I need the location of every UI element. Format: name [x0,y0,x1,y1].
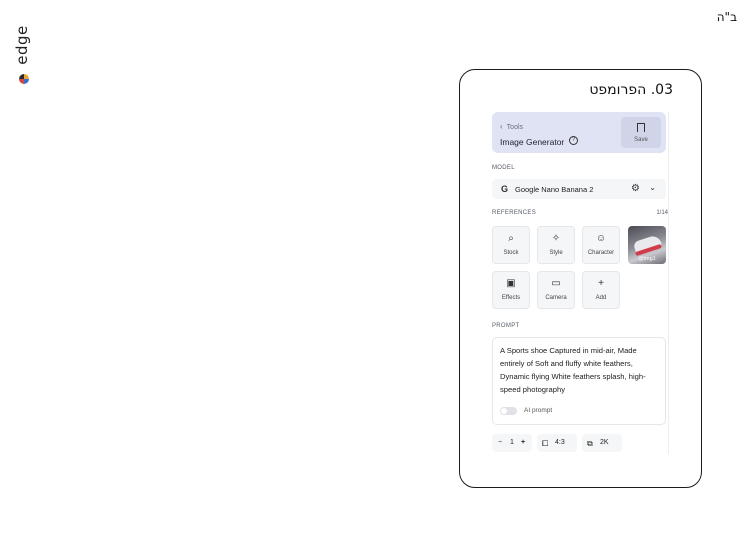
model-label: MODEL [492,165,515,171]
person-icon: ☺ [595,233,607,244]
plus-icon: + [598,278,604,289]
chevron-left-icon: ‹ [500,122,503,131]
references-label: REFERENCES [492,210,537,216]
plus-icon[interactable]: + [521,439,525,446]
back-label: Tools [506,124,524,131]
bookmark-icon [637,123,645,135]
tile-label: Camera [545,295,567,301]
quantity-value: 1 [510,439,514,446]
image-icon: ▣ [506,278,516,289]
tile-style[interactable]: ✧ Style [537,226,575,264]
quantity-stepper[interactable]: − 1 + [492,434,532,452]
tile-label: Effects [501,295,521,301]
prompt-text[interactable]: A Sports shoe Captured in mid-air, Made … [500,344,660,396]
back-link[interactable]: ‹ Tools [500,122,523,131]
tile-stock[interactable]: ⌕ Stock [492,226,530,264]
tile-label: Stock [503,250,519,256]
save-label: Save [634,137,648,143]
brand-mark-icon [19,74,29,84]
resolution-select[interactable]: ⧉ 2K [582,434,622,452]
prompt-label: PROMPT [492,323,520,329]
model-select[interactable]: G Google Nano Banana 2 ⚙ ⌄ [492,179,666,199]
references-count: 1/14 [656,210,668,216]
folder-icon: ▭ [551,278,561,289]
search-icon: ⌕ [508,233,514,244]
tile-label: Style [549,250,563,256]
tile-label: Character [587,250,615,256]
brand-wordmark: edge [12,25,31,65]
tile-camera[interactable]: ▭ Camera [537,271,575,309]
sparkle-icon: ✧ [551,233,561,244]
tool-name: Image Generator [500,137,565,147]
gear-icon[interactable]: ⚙ [631,183,640,194]
tile-effects[interactable]: ▣ Effects [492,271,530,309]
reference-image[interactable]: @img1 [628,226,666,264]
slide-card: 03. הפרומפט ‹ Tools Image Generator ? Sav… [459,69,702,488]
minus-icon[interactable]: − [498,439,502,446]
brand-logo: edge [12,22,31,84]
reference-tag: @img1 [638,256,656,262]
panel-header: ‹ Tools Image Generator ? Save [492,112,666,153]
image-generator-panel: ‹ Tools Image Generator ? Save MODEL G Go… [492,112,669,454]
save-button[interactable]: Save [621,117,661,148]
tile-label: Add [595,295,607,301]
prompt-input[interactable]: A Sports shoe Captured in mid-air, Made … [492,337,666,425]
chevron-down-icon[interactable]: ⌄ [649,183,656,192]
corner-mark: ב"ה [716,10,737,24]
tile-add[interactable]: + Add [582,271,620,309]
google-icon: G [501,184,509,194]
card-title: 03. הפרומפט [589,82,673,98]
frame-icon: ⧠ [542,439,549,448]
tile-character[interactable]: ☺ Character [582,226,620,264]
help-icon[interactable]: ? [569,136,578,145]
ai-prompt-toggle[interactable] [500,407,517,415]
aspect-ratio-value: 4:3 [555,439,565,446]
resolution-value: 2K [600,439,609,446]
model-name: Google Nano Banana 2 [515,185,594,194]
ai-prompt-label: AI prompt [524,407,553,414]
aspect-ratio-select[interactable]: ⧠ 4:3 [537,434,577,452]
copy-icon: ⧉ [587,439,593,448]
